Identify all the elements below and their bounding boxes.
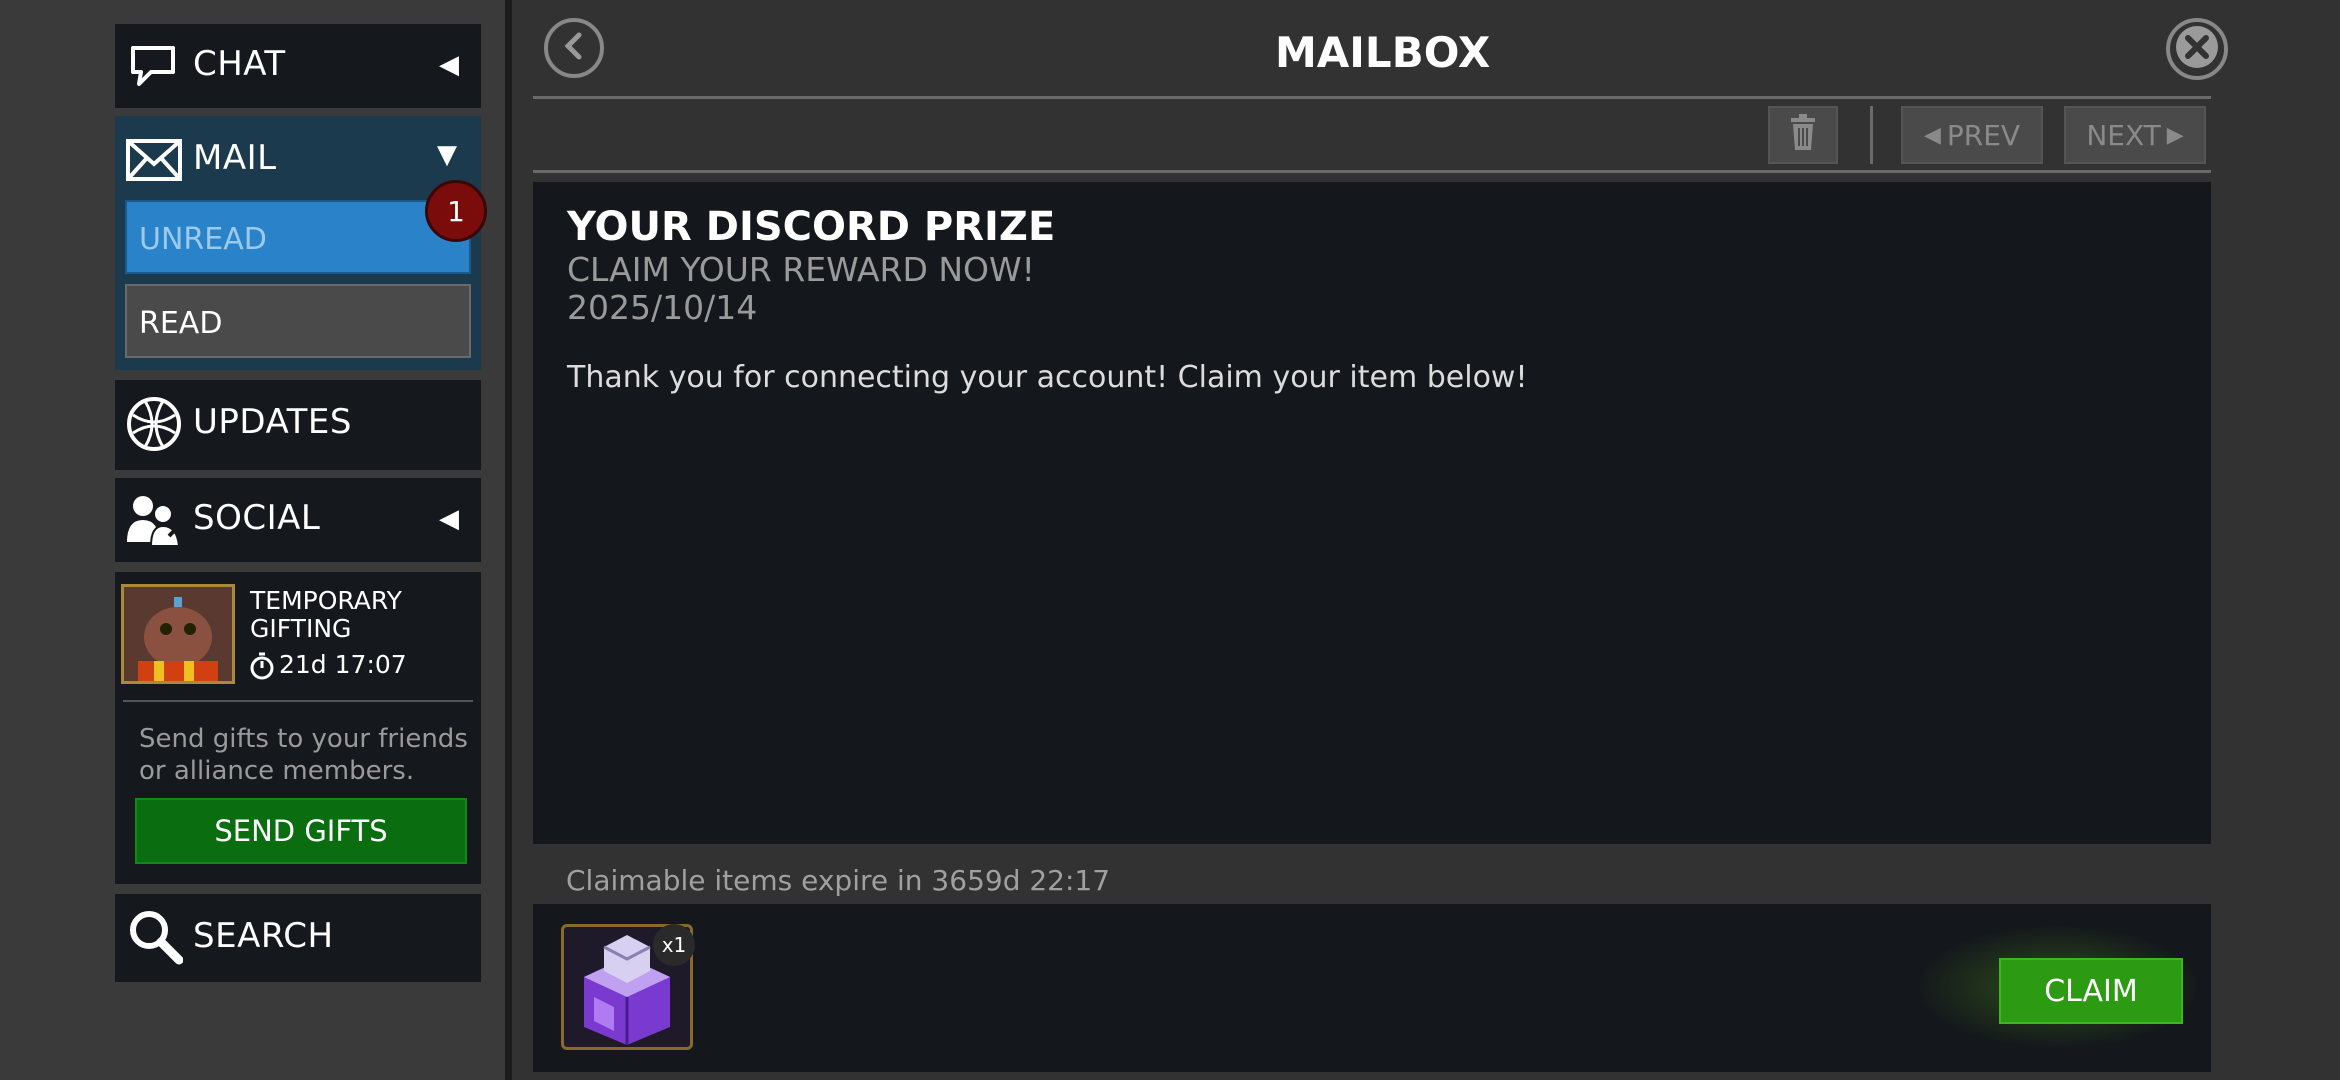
message-date: 2025/10/14 xyxy=(567,288,758,327)
item-count-badge: x1 xyxy=(653,924,695,966)
next-button[interactable]: NEXT ▶ xyxy=(2064,106,2206,164)
gifting-description-line2: or alliance members. xyxy=(139,756,415,786)
toolbar-divider xyxy=(533,170,2211,173)
gifting-title-line1: TEMPORARY xyxy=(250,586,402,615)
read-label: READ xyxy=(139,306,223,341)
sidebar-item-label: MAIL xyxy=(193,138,277,178)
people-icon xyxy=(125,492,183,548)
next-label: NEXT xyxy=(2086,118,2161,152)
sidebar-item-updates[interactable]: UPDATES xyxy=(115,380,481,470)
sidebar-item-label: CHAT xyxy=(193,44,286,84)
sidebar-item-chat[interactable]: CHAT ◀ xyxy=(115,24,481,108)
globe-icon xyxy=(125,395,183,453)
gifting-title-line2: GIFTING xyxy=(250,614,352,643)
read-filter-button[interactable]: READ xyxy=(125,284,471,358)
gifting-panel: TEMPORARY GIFTING 21d 17:07 Send gifts t… xyxy=(115,572,481,884)
stopwatch-icon xyxy=(249,652,275,680)
gifting-timer: 21d 17:07 xyxy=(279,650,407,679)
message-content: YOUR DISCORD PRIZE CLAIM YOUR REWARD NOW… xyxy=(533,182,2211,844)
toolbar-separator xyxy=(1870,106,1873,164)
item-count: x1 xyxy=(661,933,687,957)
expand-arrow-icon: ▼ xyxy=(437,140,457,170)
send-gifts-button[interactable]: SEND GIFTS xyxy=(135,798,467,864)
expiry-notice: Claimable items expire in 3659d 22:17 xyxy=(566,864,1111,897)
sidebar-item-label: SOCIAL xyxy=(193,498,321,538)
message-subtitle: CLAIM YOUR REWARD NOW! xyxy=(567,250,1035,289)
prev-label: PREV xyxy=(1946,118,2021,152)
badge-count: 1 xyxy=(447,194,465,228)
message-body: Thank you for connecting your account! C… xyxy=(567,360,1528,395)
close-button[interactable] xyxy=(2166,18,2228,80)
unread-label: UNREAD xyxy=(139,222,267,257)
prev-arrow-icon: ◀ xyxy=(1923,122,1941,148)
delete-button[interactable] xyxy=(1768,106,1838,164)
close-icon xyxy=(2174,24,2220,74)
sidebar-item-social[interactable]: SOCIAL ◀ xyxy=(115,478,481,562)
claim-button[interactable]: CLAIM xyxy=(1999,958,2183,1024)
message-title: YOUR DISCORD PRIZE xyxy=(567,204,1056,250)
unread-count-badge: 1 xyxy=(425,180,487,242)
gifting-portrait xyxy=(121,584,235,684)
envelope-icon xyxy=(125,138,183,182)
page-title: MAILBOX xyxy=(1275,28,1491,77)
sidebar-item-label: UPDATES xyxy=(193,402,352,442)
sidebar-item-mail[interactable]: MAIL ▼ UNREAD READ xyxy=(115,116,481,370)
magnifier-icon xyxy=(127,908,183,966)
back-chevron-icon xyxy=(561,31,587,65)
claim-label: CLAIM xyxy=(2044,973,2138,1009)
collapse-arrow-icon: ◀ xyxy=(439,504,459,534)
unread-filter-button[interactable]: UNREAD xyxy=(125,200,471,274)
panel-divider xyxy=(505,0,512,1080)
trash-icon xyxy=(1789,113,1817,157)
prev-button[interactable]: ◀ PREV xyxy=(1901,106,2043,164)
collapse-arrow-icon: ◀ xyxy=(439,50,459,80)
header-divider xyxy=(533,96,2211,99)
gifting-separator xyxy=(123,700,473,702)
gifting-description-line1: Send gifts to your friends xyxy=(139,724,468,754)
next-arrow-icon: ▶ xyxy=(2166,122,2184,148)
sidebar-item-search[interactable]: SEARCH xyxy=(115,894,481,982)
rewards-panel: x1 CLAIM xyxy=(533,904,2211,1072)
chat-bubble-icon xyxy=(129,42,177,90)
sidebar-item-label: SEARCH xyxy=(193,916,334,956)
send-gifts-label: SEND GIFTS xyxy=(214,814,388,848)
back-button[interactable] xyxy=(544,18,604,78)
